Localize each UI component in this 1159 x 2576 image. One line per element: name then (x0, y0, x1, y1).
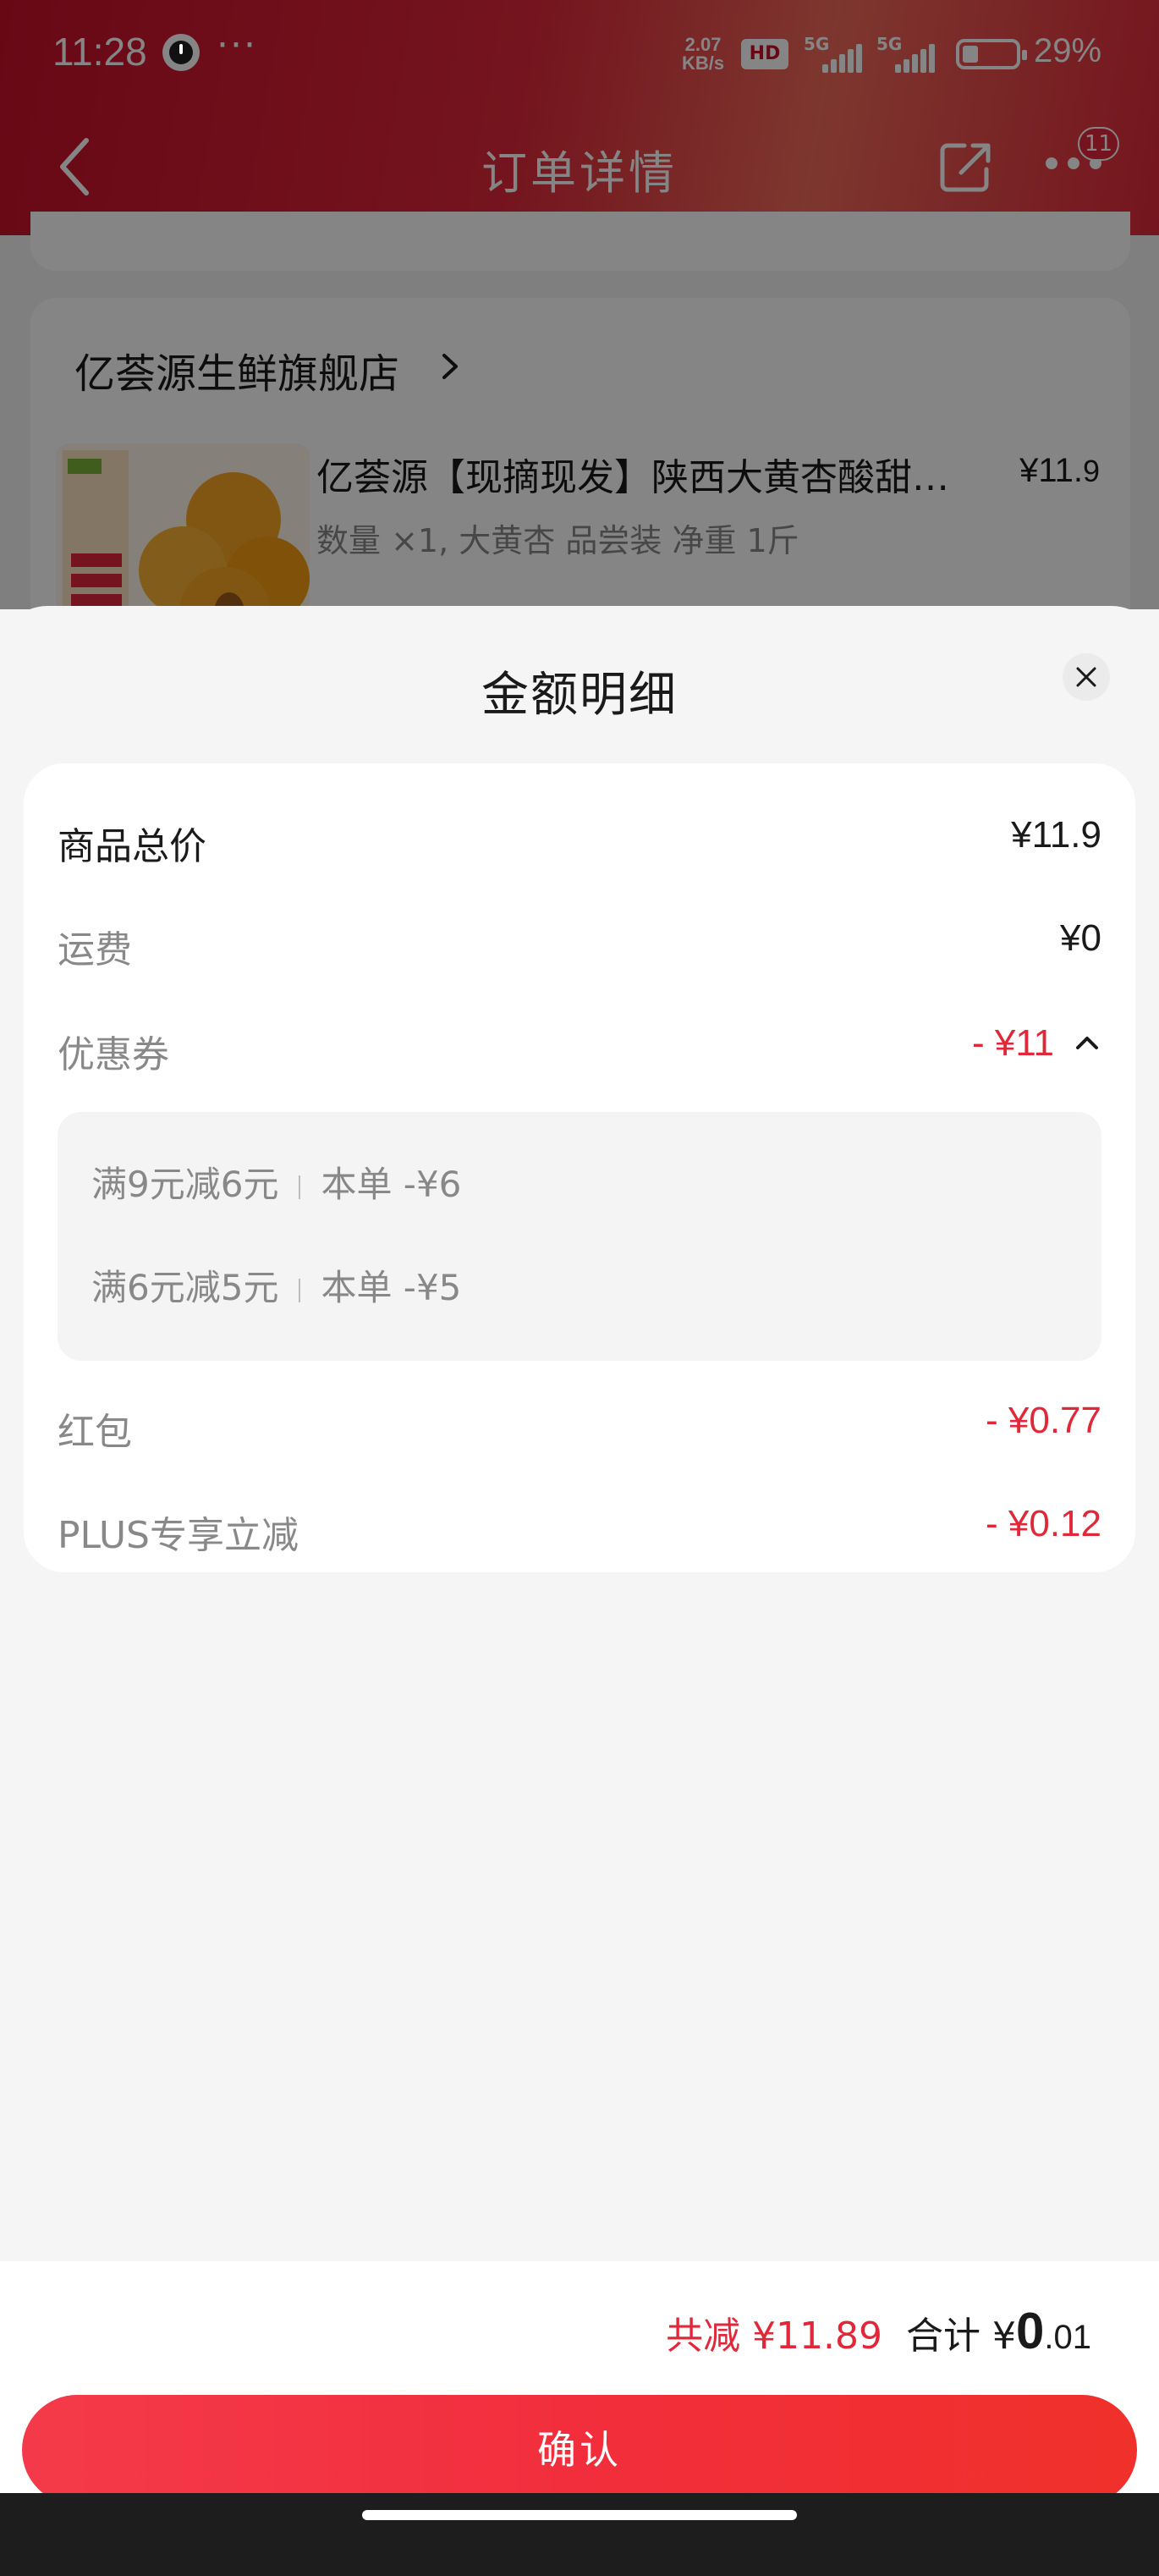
chevron-up-icon[interactable] (1073, 1032, 1101, 1053)
system-nav-bar (0, 2493, 1159, 2576)
amount-detail-card: 商品总价 ¥11.9 运费 ¥0 优惠券 - ¥11 满9元减6元 本单 -¥6 … (24, 763, 1135, 1572)
shipping-value: ¥0 (1060, 917, 1101, 959)
row-goods-total: 商品总价 ¥11.9 (58, 807, 1101, 868)
red-packet-value: - ¥0.77 (986, 1400, 1101, 1441)
divider (299, 1175, 301, 1199)
coupon-scope: 本单 -¥6 (321, 1164, 462, 1205)
home-indicator[interactable] (362, 2510, 797, 2520)
row-coupon[interactable]: 优惠券 - ¥11 (58, 1016, 1101, 1076)
coupon-item: 满6元减5元 本单 -¥5 (91, 1259, 461, 1310)
confirm-button[interactable]: 确认 (22, 2395, 1137, 2505)
total-decimal: .01 (1044, 2319, 1091, 2356)
coupon-rule: 满9元减6元 (91, 1164, 279, 1205)
coupon-label: 优惠券 (58, 1033, 169, 1076)
goods-total-label: 商品总价 (58, 825, 206, 868)
plus-discount-value: - ¥0.12 (986, 1503, 1101, 1544)
coupon-list: 满9元减6元 本单 -¥6 满6元减5元 本单 -¥5 (58, 1112, 1101, 1361)
close-button[interactable] (1063, 653, 1110, 701)
coupon-rule: 满6元减5元 (91, 1267, 279, 1308)
amount-detail-sheet: 金额明细 商品总价 ¥11.9 运费 ¥0 优惠券 - ¥11 满9元减6元本单… (0, 606, 1159, 2530)
red-packet-label: 红包 (58, 1411, 132, 1454)
total-summary: 共减 ¥11.89 合计 ¥0.01 (666, 2302, 1091, 2360)
goods-total-value: ¥11.9 (1011, 814, 1101, 856)
coupon-value: - ¥11 (971, 1022, 1054, 1064)
order-detail-page: 11:28 ··· 2.07 KB/s HD 5G 5G 29% 订单详情 11… (0, 0, 1159, 609)
row-plus-discount: PLUS专享立减 - ¥0.12 (58, 1496, 1101, 1557)
close-icon (1076, 667, 1096, 687)
shipping-label: 运费 (58, 928, 132, 972)
coupon-scope: 本单 -¥5 (321, 1267, 462, 1308)
divider (299, 1278, 301, 1302)
coupon-item: 满9元减6元 本单 -¥6 (91, 1156, 461, 1207)
total-label: 合计 ¥ (906, 2315, 1017, 2358)
plus-discount-label: PLUS专享立减 (58, 1514, 299, 1557)
total-saved: 共减 ¥11.89 (666, 2315, 883, 2358)
modal-overlay[interactable] (0, 0, 1159, 609)
total-integer: 0 (1016, 2303, 1045, 2359)
row-shipping: 运费 ¥0 (58, 911, 1101, 972)
sheet-title: 金额明细 (481, 668, 678, 723)
row-red-packet: 红包 - ¥0.77 (58, 1393, 1101, 1454)
